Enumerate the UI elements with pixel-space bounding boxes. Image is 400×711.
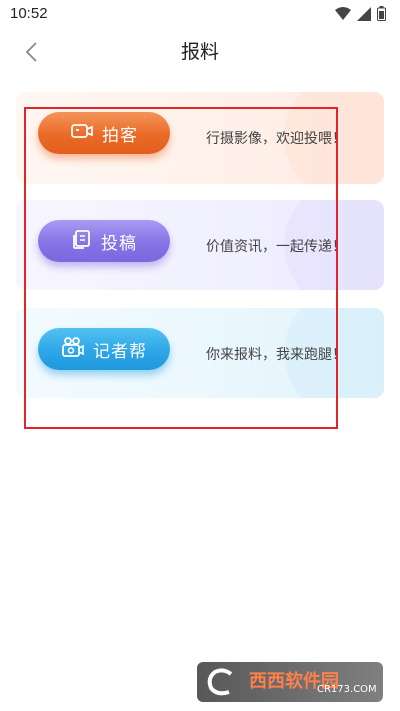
watermark-subtext: CR173.COM [317, 684, 377, 695]
watermark-logo-icon [205, 668, 241, 696]
wifi-icon [335, 6, 351, 25]
status-icons [335, 6, 386, 25]
battery-icon [377, 6, 386, 25]
signal-icon [357, 6, 371, 25]
status-bar: 10:52 [0, 0, 400, 28]
status-time: 10:52 [10, 5, 48, 22]
page-title: 报料 [180, 41, 219, 63]
watermark: 西西软件园 CR173.COM [197, 662, 383, 702]
highlight-box [24, 107, 338, 429]
header: 报料 [0, 28, 400, 74]
